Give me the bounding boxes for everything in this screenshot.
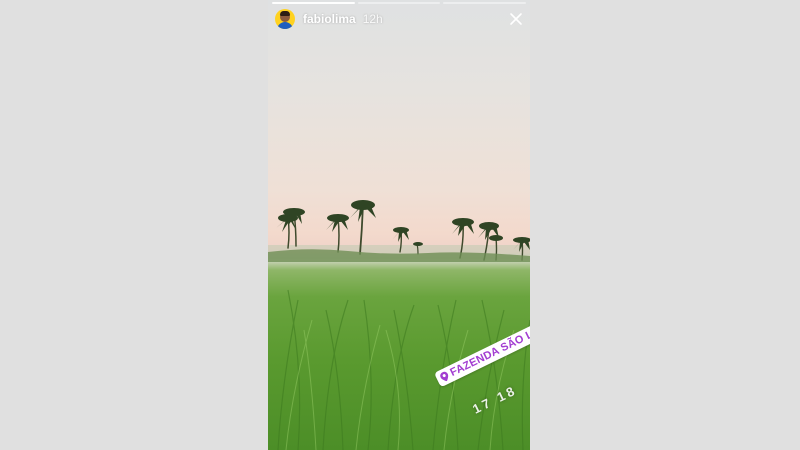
timestamp: 12h [362, 12, 383, 26]
avatar[interactable] [275, 9, 295, 29]
story-viewer[interactable]: fabiolima 12h FAZENDA SÃO LUIZ 17 18 [268, 0, 530, 450]
story-header: fabiolima 12h [275, 8, 524, 30]
progress-segment [357, 2, 441, 4]
location-pin-icon [440, 371, 449, 382]
story-progress-bar [272, 2, 527, 4]
progress-segment [443, 2, 527, 4]
close-icon[interactable] [508, 11, 524, 27]
progress-segment [272, 2, 355, 4]
username[interactable]: fabiolima [303, 12, 356, 26]
story-photo [268, 200, 530, 450]
